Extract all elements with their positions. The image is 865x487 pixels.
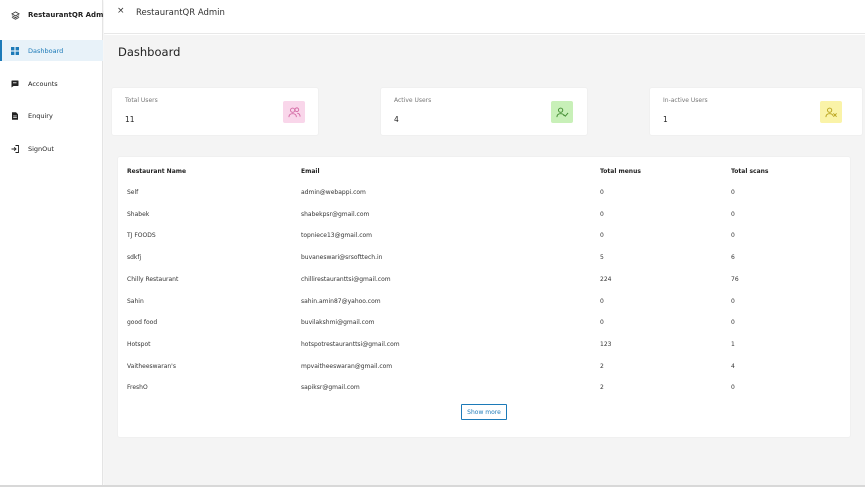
- sidebar: RestaurantQR Admin Dashboard Accounts En…: [0, 0, 111, 485]
- email-cell: sapiksr@gmail.com: [301, 384, 360, 392]
- restaurant-name-cell: good food: [127, 319, 158, 327]
- total-scans-cell: 1: [731, 340, 735, 348]
- stat-value: 4: [394, 115, 399, 124]
- window-title: RestaurantQR Admin: [136, 8, 225, 18]
- document-icon: [10, 111, 19, 120]
- stat-value: 11: [125, 115, 135, 124]
- stat-label: Active Users: [394, 97, 432, 104]
- main-content: Dashboard Total Users 11 Active Users 4 …: [104, 35, 865, 485]
- total-menus-cell: 2: [600, 384, 604, 392]
- total-menus-cell: 0: [600, 232, 604, 240]
- total-scans-cell: 4: [731, 362, 735, 370]
- brand-name: RestaurantQR Admin: [28, 11, 111, 19]
- sidebar-item-dashboard[interactable]: Dashboard: [0, 40, 103, 61]
- grid-icon: [10, 46, 19, 55]
- page-title: Dashboard: [118, 45, 181, 59]
- total-menus-cell: 0: [600, 319, 604, 327]
- show-more-button[interactable]: Show more: [461, 404, 507, 420]
- column-header: Restaurant Name: [127, 168, 187, 175]
- layers-icon: [11, 10, 20, 20]
- total-scans-cell: 6: [731, 254, 735, 262]
- restaurant-name-cell: FreshO: [127, 384, 148, 392]
- stat-card-active-users: Active Users 4: [381, 88, 587, 135]
- sidebar-item-label: Accounts: [28, 79, 58, 88]
- signout-icon: [10, 144, 19, 153]
- email-cell: shabekpsr@gmail.com: [301, 210, 370, 218]
- sidebar-item-signout[interactable]: SignOut: [0, 138, 103, 159]
- restaurant-name-cell: Chilly Restaurant: [127, 275, 179, 283]
- email-cell: buvilakshmi@gmail.com: [301, 319, 375, 327]
- column-header: Total menus: [600, 168, 641, 175]
- restaurant-name-cell: Vaitheeswaran's: [127, 362, 176, 370]
- total-scans-cell: 0: [731, 189, 735, 196]
- total-menus-cell: 0: [600, 210, 604, 218]
- email-cell: buvaneswari@srsofttech.in: [301, 254, 383, 262]
- total-scans-cell: 76: [731, 275, 739, 283]
- email-cell: hotspotrestauranttsi@gmail.com: [301, 340, 400, 348]
- email-cell: sahin.amin87@yahoo.com: [301, 297, 381, 305]
- brand: RestaurantQR Admin: [11, 9, 111, 21]
- user-x-icon: [820, 101, 842, 123]
- sidebar-item-label: Enquiry: [28, 111, 53, 120]
- total-menus-cell: 123: [600, 340, 612, 348]
- restaurants-table: Restaurant Name Email Total menus Total …: [118, 157, 850, 437]
- restaurant-name-cell: Self: [127, 189, 139, 196]
- total-menus-cell: 224: [600, 275, 612, 283]
- user-check-icon: [551, 101, 573, 123]
- stat-label: In-active Users: [663, 97, 708, 104]
- users-icon: [283, 101, 305, 123]
- restaurant-name-cell: Hotspot: [127, 340, 151, 348]
- chat-icon: [10, 79, 19, 88]
- total-menus-cell: 0: [600, 297, 604, 305]
- restaurant-name-cell: TJ FOODS: [127, 232, 156, 240]
- total-menus-cell: 5: [600, 254, 604, 262]
- email-cell: topniece13@gmail.com: [301, 232, 373, 240]
- total-scans-cell: 0: [731, 210, 735, 218]
- email-cell: mpvaitheeswaran@gmail.com: [301, 362, 393, 370]
- total-scans-cell: 0: [731, 297, 735, 305]
- total-scans-cell: 0: [731, 319, 735, 327]
- close-icon[interactable]: ×: [117, 6, 125, 16]
- total-menus-cell: 2: [600, 362, 604, 370]
- email-cell: admin@webappi.com: [301, 189, 366, 196]
- stat-label: Total Users: [125, 97, 158, 104]
- email-cell: chillirestauranttsi@gmail.com: [301, 275, 391, 283]
- sidebar-item-accounts[interactable]: Accounts: [0, 73, 103, 94]
- column-header: Total scans: [731, 168, 769, 175]
- column-header: Email: [301, 168, 320, 175]
- sidebar-item-label: Dashboard: [28, 46, 64, 55]
- restaurant-name-cell: sdkfj: [127, 254, 142, 262]
- restaurant-name-cell: Sahin: [127, 297, 144, 305]
- stat-card-total-users: Total Users 11: [112, 88, 318, 135]
- sidebar-item-label: SignOut: [28, 144, 54, 153]
- total-scans-cell: 0: [731, 384, 735, 392]
- stat-card-inactive-users: In-active Users 1: [650, 88, 862, 135]
- total-scans-cell: 0: [731, 232, 735, 240]
- total-menus-cell: 0: [600, 189, 604, 196]
- stat-value: 1: [663, 115, 668, 124]
- sidebar-item-enquiry[interactable]: Enquiry: [0, 105, 103, 126]
- restaurant-name-cell: Shabek: [127, 210, 150, 218]
- top-bar: × RestaurantQR Admin: [104, 0, 865, 34]
